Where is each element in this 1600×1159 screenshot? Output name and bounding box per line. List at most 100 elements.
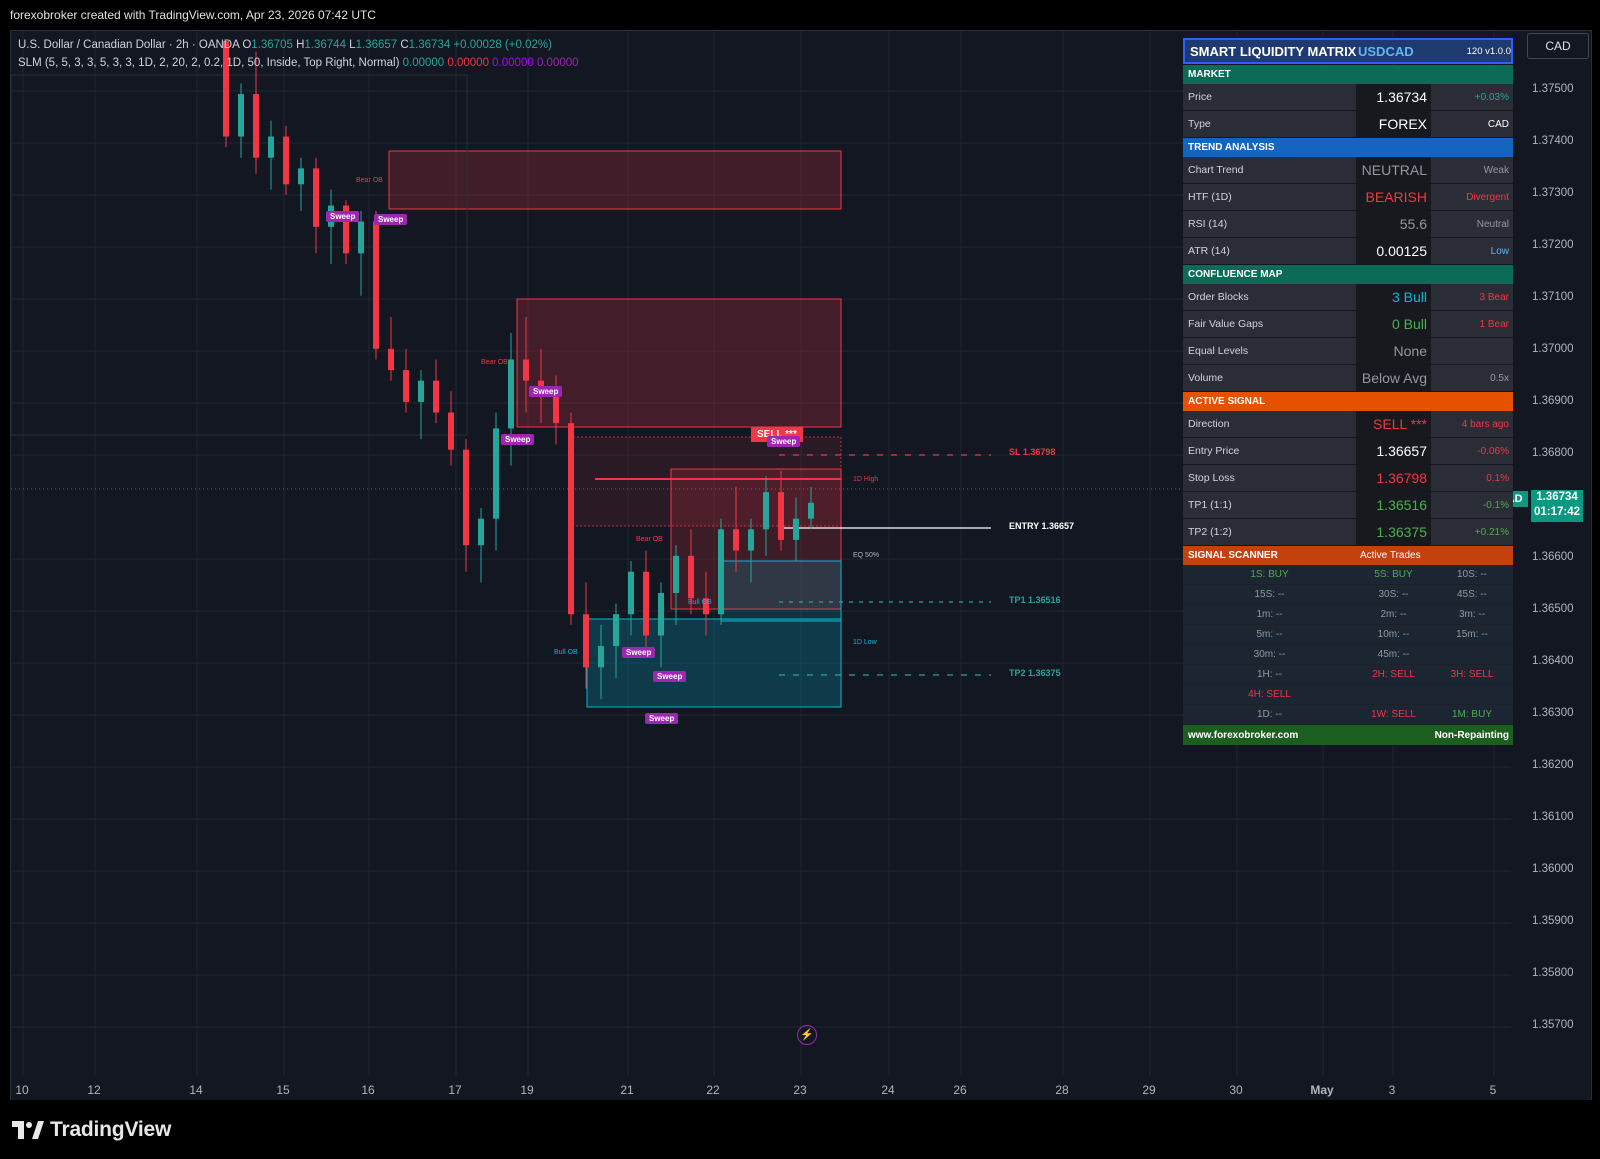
bear-ob-label: Bear OB	[636, 536, 663, 543]
candle-body	[268, 136, 274, 158]
time-tick: 24	[881, 1083, 895, 1097]
price-tick: 1.36500	[1532, 603, 1574, 615]
chart-legend[interactable]: U.S. Dollar / Canadian Dollar · 2h · OAN…	[18, 36, 579, 72]
price-tick: 1.37100	[1532, 291, 1574, 303]
candle-body	[463, 449, 469, 546]
panel-section-market: MARKET	[1183, 65, 1513, 84]
sweep-marker: Sweep	[501, 434, 535, 445]
tradingview-logo-icon	[12, 1121, 44, 1139]
symbol-title[interactable]: U.S. Dollar / Canadian Dollar · 2h · OAN…	[18, 39, 239, 51]
time-tick: 21	[620, 1083, 634, 1097]
time-tick: 22	[706, 1083, 720, 1097]
low-value: 1.36657	[355, 39, 398, 51]
time-tick: 29	[1142, 1083, 1156, 1097]
candle-body	[778, 492, 784, 540]
tradingview-wordmark: TradingView	[50, 1118, 172, 1141]
price-tick: 1.35900	[1532, 915, 1574, 927]
time-tick: May	[1310, 1083, 1334, 1097]
time-tick: 17	[448, 1083, 462, 1097]
price-tick: 1.37500	[1532, 83, 1574, 95]
candle-body	[448, 412, 454, 450]
footer-note: Non-Repainting	[1434, 729, 1509, 741]
tp1-label: TP1 1.36516	[1009, 595, 1061, 605]
panel-row-vol: Volume Below Avg 0.5x	[1183, 365, 1513, 392]
change-value: +0.00028 (+0.02%)	[453, 39, 552, 51]
panel-row-htf: HTF (1D) BEARISH Divergent	[1183, 184, 1513, 211]
scanner-row: 1D: -- 1W: SELL 1M: BUY	[1183, 705, 1513, 725]
time-tick: 10	[15, 1083, 29, 1097]
time-tick: 16	[361, 1083, 375, 1097]
sweep-marker: Sweep	[767, 436, 801, 447]
bear-ob-label: Bear OB	[481, 359, 508, 366]
candle-body	[793, 518, 799, 540]
d-low-label: 1D Low	[853, 639, 877, 646]
panel-row-rsi: RSI (14) 55.6 Neutral	[1183, 211, 1513, 238]
footer-url[interactable]: www.forexobroker.com	[1183, 725, 1356, 745]
panel-row-ob: Order Blocks 3 Bull 3 Bear	[1183, 284, 1513, 311]
d-high-label: 1D High	[853, 476, 879, 483]
price-tick: 1.36200	[1532, 759, 1574, 771]
candle-body	[418, 380, 424, 402]
candle-body	[733, 529, 739, 551]
time-tick: 30	[1229, 1083, 1243, 1097]
panel-row-tp1: TP1 (1:1) 1.36516 -0.1%	[1183, 492, 1513, 519]
time-tick: 5	[1489, 1083, 1497, 1097]
candle-body	[568, 423, 574, 615]
time-tick: 3	[1388, 1083, 1396, 1097]
currency-button[interactable]: CAD	[1527, 33, 1589, 59]
price-axis[interactable]: 1.37500 1.37400 1.37300 1.37200 1.37100 1.370…	[1512, 30, 1590, 1075]
bear-ob-zone-top	[388, 150, 842, 210]
candle-body	[748, 529, 754, 551]
chart-credit: forexobroker created with TradingView.co…	[10, 8, 376, 22]
scanner-row: 15S: -- 30S: -- 45S: --	[1183, 585, 1513, 605]
top-bar: forexobroker created with TradingView.co…	[0, 0, 1600, 30]
candle-body	[238, 94, 244, 137]
panel-row-dir: Direction SELL *** 4 bars ago	[1183, 411, 1513, 438]
indicator-value-4: 0.00000	[536, 57, 579, 69]
candle-body	[658, 593, 664, 636]
scanner-row: 1m: -- 2m: -- 3m: --	[1183, 605, 1513, 625]
bull-ob-zone-lower	[586, 618, 842, 708]
time-tick: 19	[520, 1083, 534, 1097]
indicator-title[interactable]: SLM (5, 5, 3, 3, 5, 3, 3, 1D, 2, 20, 2, …	[18, 57, 399, 69]
candle-body	[628, 571, 634, 615]
panel-row-eq: Equal Levels None	[1183, 338, 1513, 365]
candle-body	[358, 221, 364, 254]
time-tick: 12	[87, 1083, 101, 1097]
candle-body	[388, 348, 394, 371]
candle-body	[763, 492, 769, 530]
candle-body	[808, 502, 814, 519]
entry-label: ENTRY 1.36657	[1009, 521, 1075, 531]
candle-body	[373, 221, 379, 349]
price-tick: 1.35700	[1532, 1019, 1574, 1031]
price-tick: 1.36400	[1532, 655, 1574, 667]
candle-body	[478, 518, 484, 546]
candle-body	[403, 370, 409, 402]
sweep-marker: Sweep	[374, 214, 408, 225]
candle-body	[598, 646, 604, 668]
scanner-row: 1H: -- 2H: SELL 3H: SELL	[1183, 665, 1513, 685]
time-tick: 14	[189, 1083, 203, 1097]
panel-meta: 120 v1.0.0	[1466, 45, 1511, 57]
candle-body	[298, 168, 304, 185]
bull-ob-label: Bull OB	[688, 599, 712, 606]
price-tick: 1.37200	[1532, 239, 1574, 251]
panel-row-chart_trend: Chart Trend NEUTRAL Weak	[1183, 157, 1513, 184]
candle-body	[718, 529, 724, 615]
scanner-row: 30m: -- 45m: --	[1183, 645, 1513, 665]
sweep-marker: Sweep	[653, 671, 687, 682]
lightning-icon[interactable]: ⚡	[797, 1025, 817, 1045]
candle-body	[523, 359, 529, 381]
price-tick: 1.36600	[1532, 551, 1574, 563]
tradingview-logo[interactable]: TradingView	[12, 1118, 171, 1142]
tp2-label: TP2 1.36375	[1009, 668, 1061, 678]
price-tick: 1.37000	[1532, 343, 1574, 355]
candle-body	[673, 555, 679, 593]
panel-row-price: Price 1.36734 +0.03%	[1183, 84, 1513, 111]
candle-body	[583, 614, 589, 668]
panel-row-atr: ATR (14) 0.00125 Low	[1183, 238, 1513, 265]
price-tick: 1.36900	[1532, 395, 1574, 407]
bear-ob-zone-mid	[516, 298, 842, 428]
indicator-value-3: 0.00000	[492, 57, 534, 69]
bottom-bar	[0, 1100, 1600, 1159]
